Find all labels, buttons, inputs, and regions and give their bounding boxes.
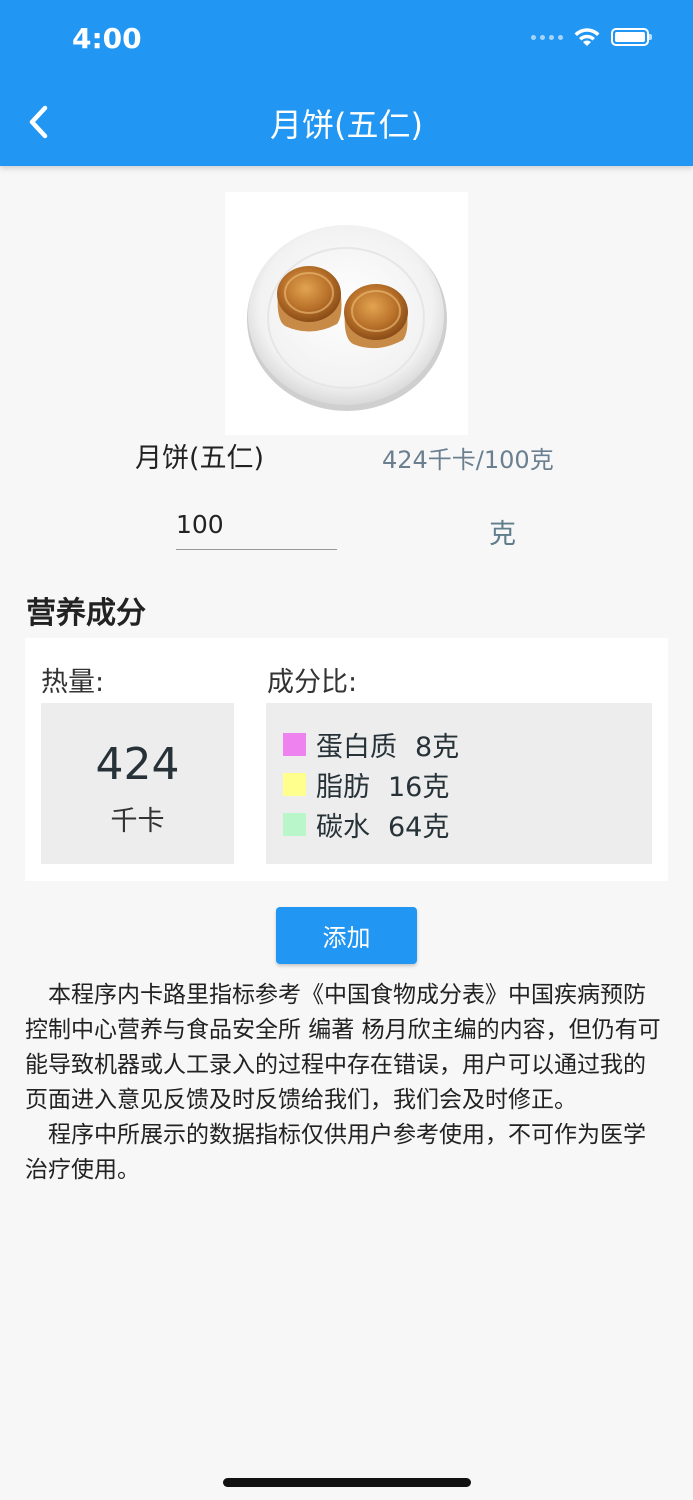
ratio-item-name: 碳水 — [316, 812, 370, 843]
nutrition-card: 热量: 成分比: 424 千卡 蛋白质 8克 脂肪 16克 碳水 64克 — [25, 638, 668, 881]
ratio-item-name: 蛋白质 — [316, 732, 397, 763]
ratio-item-fat: 脂肪 16克 — [283, 765, 449, 804]
ratio-label: 成分比: — [267, 667, 358, 698]
ratio-item-amount: 8克 — [415, 732, 460, 763]
food-image — [225, 192, 468, 435]
ratio-item-amount: 16克 — [388, 772, 450, 803]
app-bar: 4:00 月饼(五仁) — [0, 0, 693, 166]
calorie-per-100g: 424千卡/100克 — [382, 446, 554, 474]
home-indicator — [223, 1478, 471, 1487]
color-swatch — [283, 773, 306, 796]
status-icons — [531, 26, 652, 48]
calorie-value: 424 — [95, 739, 180, 790]
disclaimer-paragraph: 程序中所展示的数据指标仅供用户参考使用，不可作为医学治疗使用。 — [25, 1122, 646, 1183]
add-button[interactable]: 添加 — [276, 907, 417, 964]
page-title: 月饼(五仁) — [270, 106, 423, 144]
ratio-item-carbs: 碳水 64克 — [283, 805, 449, 844]
calorie-label: 热量: — [41, 667, 105, 698]
battery-icon — [611, 28, 652, 46]
status-time: 4:00 — [72, 22, 142, 55]
ratio-item-name: 脂肪 — [316, 772, 370, 803]
quantity-input[interactable] — [176, 500, 337, 550]
nutrition-section-title: 营养成分 — [26, 596, 146, 631]
color-swatch — [283, 733, 306, 756]
food-name: 月饼(五仁) — [135, 443, 265, 474]
ratio-box: 蛋白质 8克 脂肪 16克 碳水 64克 — [266, 703, 652, 864]
disclaimer: 本程序内卡路里指标参考《中国食物成分表》中国疾病预防控制中心营养与食品安全所 编… — [25, 978, 665, 1188]
disclaimer-paragraph: 本程序内卡路里指标参考《中国食物成分表》中国疾病预防控制中心营养与食品安全所 编… — [25, 982, 661, 1113]
wifi-icon — [574, 28, 600, 46]
calorie-unit: 千卡 — [110, 806, 165, 837]
color-swatch — [283, 813, 306, 836]
signal-icon — [531, 34, 563, 40]
ratio-item-protein: 蛋白质 8克 — [283, 725, 459, 764]
quantity-unit: 克 — [489, 519, 516, 550]
calorie-box: 424 千卡 — [41, 703, 234, 864]
ratio-item-amount: 64克 — [388, 812, 450, 843]
